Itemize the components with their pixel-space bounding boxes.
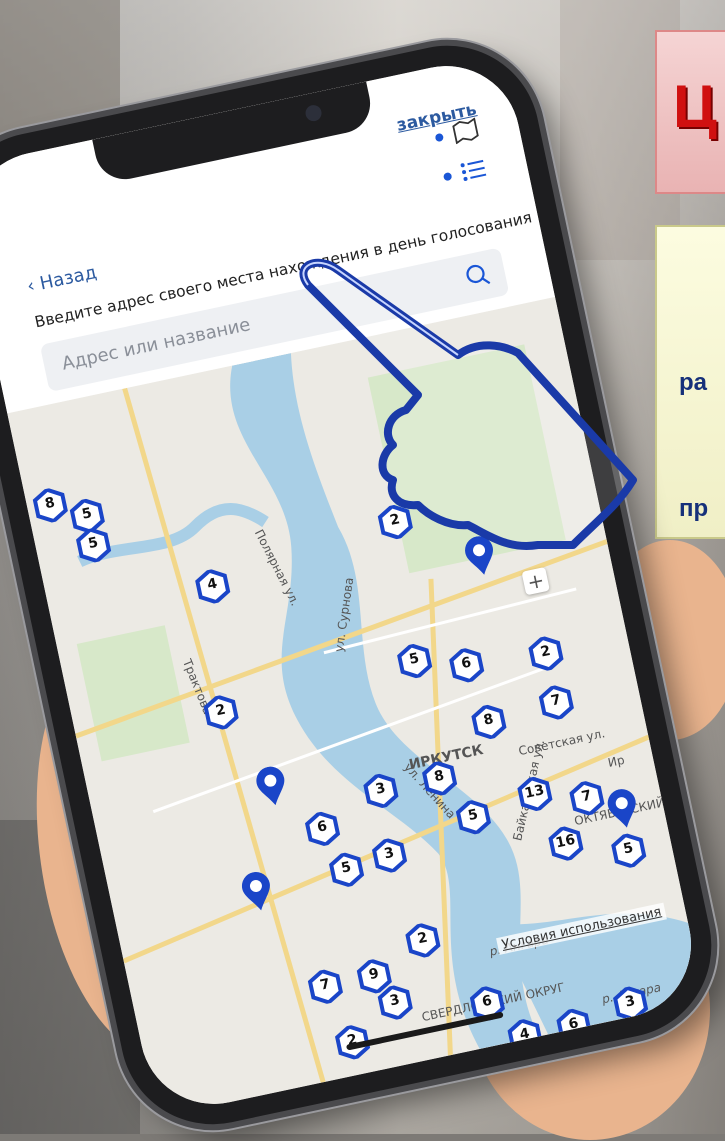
polling-station-cluster-marker[interactable]: 8 xyxy=(469,702,509,742)
polling-station-cluster-marker[interactable]: 7 xyxy=(305,967,345,1007)
slide-text-line: пр xyxy=(679,495,709,522)
search-placeholder: Адрес или название xyxy=(60,314,253,375)
pointing-hand-icon xyxy=(299,258,637,550)
slide-text-line: ра xyxy=(679,369,708,396)
camera xyxy=(304,103,324,123)
polling-station-cluster-marker[interactable]: 3 xyxy=(375,982,415,1022)
polling-station-cluster-marker[interactable]: 2 xyxy=(201,692,241,732)
polling-station-cluster-marker[interactable]: 5 xyxy=(73,525,113,565)
polling-station-cluster-marker[interactable]: 7 xyxy=(567,778,607,818)
polling-station-cluster-marker[interactable]: 7 xyxy=(536,682,576,722)
dot-indicator xyxy=(434,132,445,143)
dot-indicator xyxy=(442,171,453,182)
slide-text-box: ра пр xyxy=(655,225,725,539)
polling-station-cluster-marker[interactable]: 3 xyxy=(369,835,409,875)
polling-station-cluster-marker[interactable]: 6 xyxy=(554,1006,594,1046)
polling-station-cluster-marker[interactable]: 6 xyxy=(302,809,342,849)
polling-station-cluster-marker[interactable]: 4 xyxy=(193,566,233,606)
polling-station-cluster-marker[interactable]: 6 xyxy=(447,645,487,685)
back-link[interactable]: ‹ Назад xyxy=(25,262,98,297)
polling-station-cluster-marker[interactable]: 8 xyxy=(30,485,70,525)
polling-station-cluster-marker[interactable]: 5 xyxy=(395,641,435,681)
polling-station-cluster-marker[interactable]: 5 xyxy=(609,831,649,871)
polling-station-cluster-marker[interactable]: 4 xyxy=(505,1016,545,1056)
map-view-icon[interactable] xyxy=(451,117,481,145)
polling-station-cluster-marker[interactable]: 8 xyxy=(419,758,459,798)
polling-station-cluster-marker[interactable]: 13 xyxy=(515,774,555,814)
polling-station-cluster-marker[interactable]: 16 xyxy=(546,823,586,863)
polling-station-cluster-marker[interactable]: 2 xyxy=(526,633,566,673)
slide-title-letter: Ц xyxy=(673,73,717,140)
polling-station-cluster-marker[interactable]: 5 xyxy=(326,850,366,890)
polling-station-cluster-marker[interactable]: 3 xyxy=(610,983,650,1023)
polling-station-cluster-marker[interactable]: 2 xyxy=(403,920,443,960)
slide-title-box: Ц xyxy=(655,30,725,194)
polling-station-cluster-marker[interactable]: 5 xyxy=(453,797,493,837)
polling-station-cluster-marker[interactable]: 3 xyxy=(361,771,401,811)
list-view-icon[interactable] xyxy=(459,157,489,184)
